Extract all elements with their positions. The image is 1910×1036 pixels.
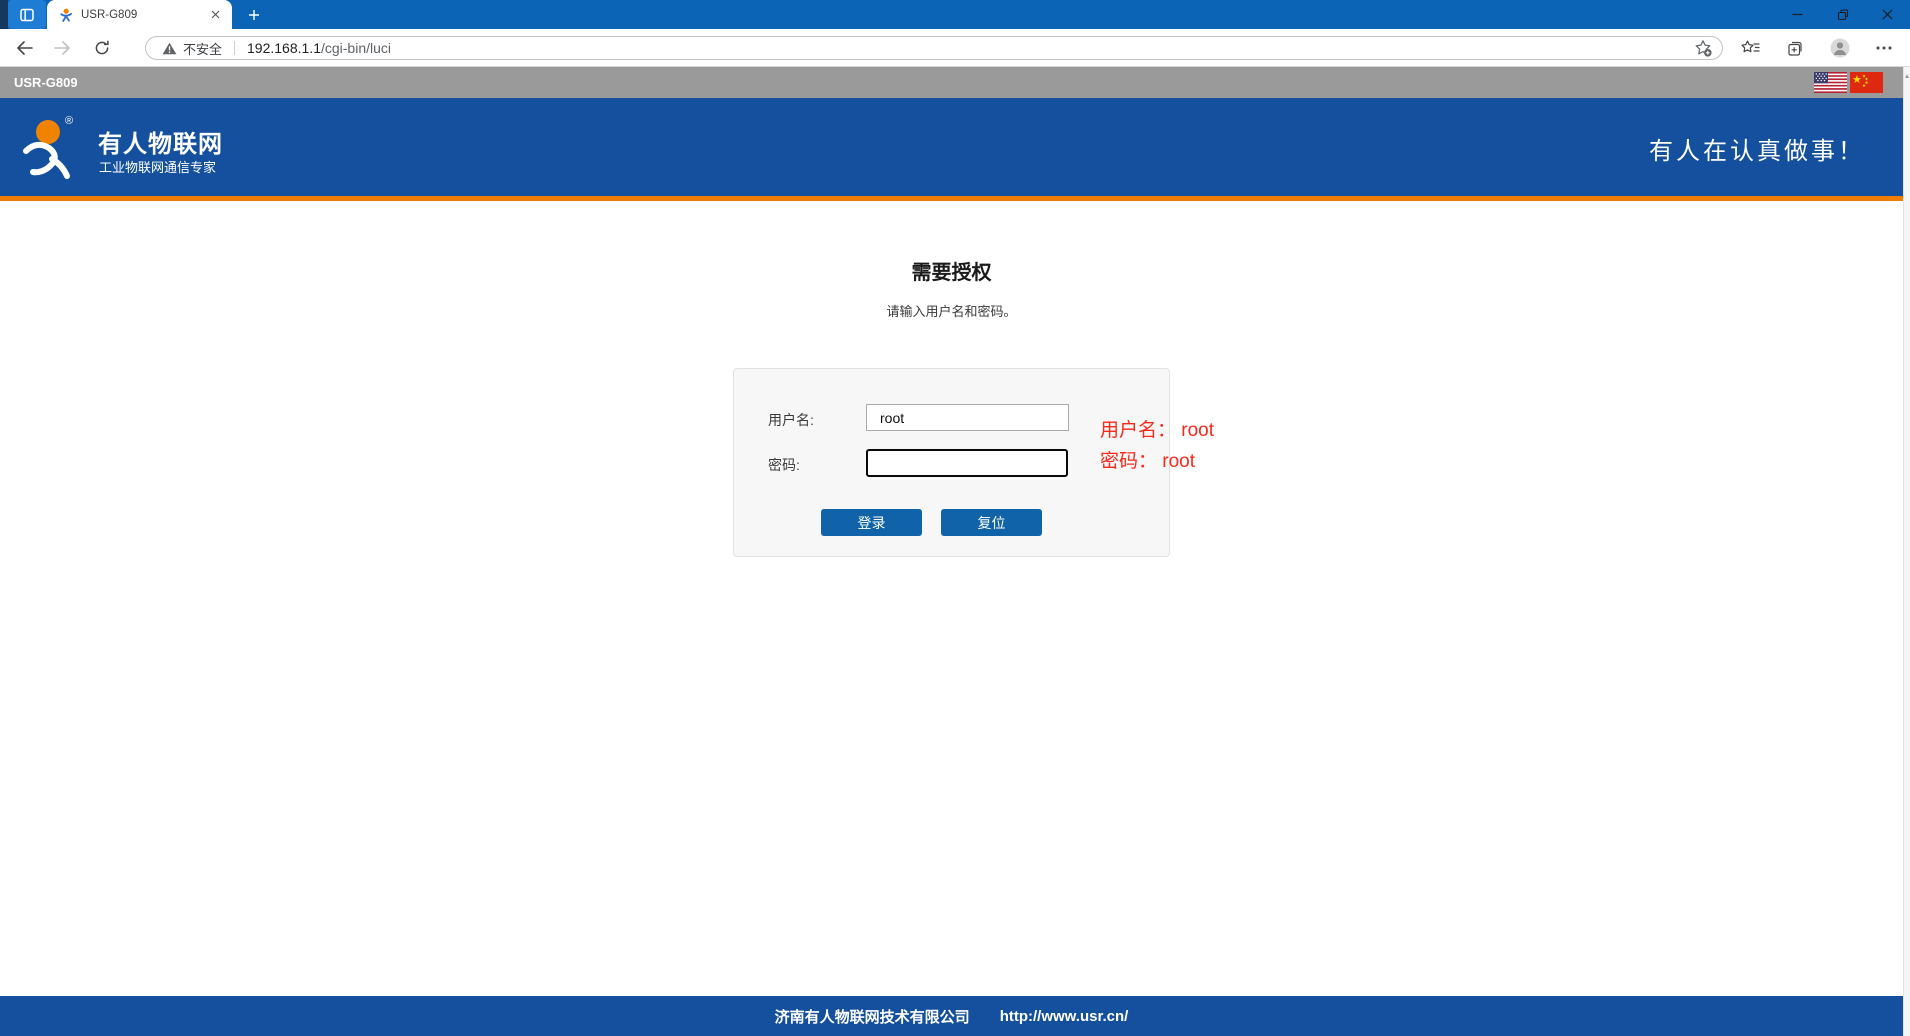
login-page: 需要授权 请输入用户名和密码。 用户名: 密码: 登录 复位 (0, 201, 1903, 991)
minimize-icon (1792, 9, 1803, 20)
add-favorite-button[interactable] (1694, 39, 1712, 57)
password-input[interactable] (866, 449, 1068, 477)
avatar-icon (1830, 38, 1850, 58)
security-label: 不安全 (183, 39, 222, 58)
window-edge (0, 0, 8, 29)
credentials-annotation: 用户名： root 密码： root (1100, 415, 1214, 477)
plus-icon (248, 9, 260, 21)
tab-actions-button[interactable] (8, 0, 46, 29)
page-title: 需要授权 (0, 201, 1903, 283)
tab-close-button[interactable] (206, 6, 224, 24)
registered-mark: ® (65, 115, 73, 127)
svg-text:★: ★ (1852, 74, 1862, 86)
annotation-line-2: 密码： root (1100, 446, 1214, 477)
page-viewport: USR-G809 (0, 67, 1910, 1036)
language-switch: ★ ★ ★ ★ ★ (1814, 72, 1883, 93)
star-add-icon (1694, 39, 1712, 57)
header-slogan: 有人在认真做事！ (1649, 131, 1865, 166)
new-tab-button[interactable] (242, 4, 266, 26)
collections-button[interactable] (1781, 34, 1809, 62)
device-name: USR-G809 (14, 67, 78, 98)
url-host: 192.168.1.1 (247, 40, 321, 56)
site-header: ® 有人物联网 工业物联网通信专家 有人在认真做事！ (0, 98, 1903, 201)
reset-button[interactable]: 复位 (941, 509, 1042, 536)
browser-toolbar: 不安全 192.168.1.1/cgi-bin/luci (0, 29, 1910, 67)
password-label: 密码: (768, 455, 800, 475)
security-badge[interactable]: 不安全 (162, 39, 222, 58)
username-input[interactable] (866, 404, 1069, 431)
footer-website-link[interactable]: http://www.usr.cn/ (1000, 1008, 1129, 1025)
forward-button[interactable] (48, 34, 76, 62)
username-label: 用户名: (768, 410, 814, 430)
back-button[interactable] (10, 34, 38, 62)
browser-tab[interactable]: USR-G809 (47, 0, 232, 29)
login-button[interactable]: 登录 (821, 509, 922, 536)
back-icon (16, 41, 33, 55)
close-icon (211, 10, 220, 19)
url-path: /cgi-bin/luci (321, 40, 391, 56)
profile-button[interactable] (1826, 34, 1854, 62)
favicon-icon (59, 8, 73, 22)
scrollbar[interactable] (1903, 67, 1910, 1036)
top-device-bar: USR-G809 (0, 67, 1903, 98)
restore-icon (1837, 9, 1849, 21)
settings-menu-button[interactable] (1870, 34, 1898, 62)
vertical-tabs-icon (19, 7, 35, 23)
warning-icon (162, 42, 177, 55)
window-controls (1775, 0, 1910, 29)
collections-icon (1786, 39, 1804, 57)
close-icon (1882, 9, 1893, 20)
cn-flag-icon[interactable]: ★ ★ ★ ★ ★ (1850, 72, 1883, 93)
tab-title: USR-G809 (81, 9, 206, 21)
maximize-button[interactable] (1820, 0, 1865, 29)
minimize-button[interactable] (1775, 0, 1820, 29)
favorites-button[interactable] (1736, 34, 1764, 62)
scroll-up-icon (1905, 74, 1909, 78)
brand-name: 有人物联网 (98, 124, 223, 159)
favorites-icon (1741, 40, 1760, 56)
brand-tagline: 工业物联网通信专家 (99, 157, 216, 176)
us-flag-icon[interactable] (1814, 72, 1847, 93)
footer-company: 济南有人物联网技术有限公司 (775, 1006, 970, 1027)
annotation-line-1: 用户名： root (1100, 415, 1214, 446)
refresh-button[interactable] (88, 34, 116, 62)
ellipsis-icon (1876, 46, 1892, 50)
usr-logo-icon: ® (22, 111, 82, 181)
close-window-button[interactable] (1865, 0, 1910, 29)
page-subtitle: 请输入用户名和密码。 (0, 305, 1903, 318)
tab-strip: USR-G809 (0, 0, 1910, 29)
forward-icon (54, 41, 71, 55)
site-footer: 济南有人物联网技术有限公司 http://www.usr.cn/ (0, 996, 1903, 1036)
address-divider (234, 41, 235, 55)
site-content: USR-G809 (0, 67, 1903, 991)
refresh-icon (94, 40, 110, 56)
address-bar[interactable]: 不安全 192.168.1.1/cgi-bin/luci (145, 36, 1723, 60)
url-text: 192.168.1.1/cgi-bin/luci (247, 40, 391, 56)
